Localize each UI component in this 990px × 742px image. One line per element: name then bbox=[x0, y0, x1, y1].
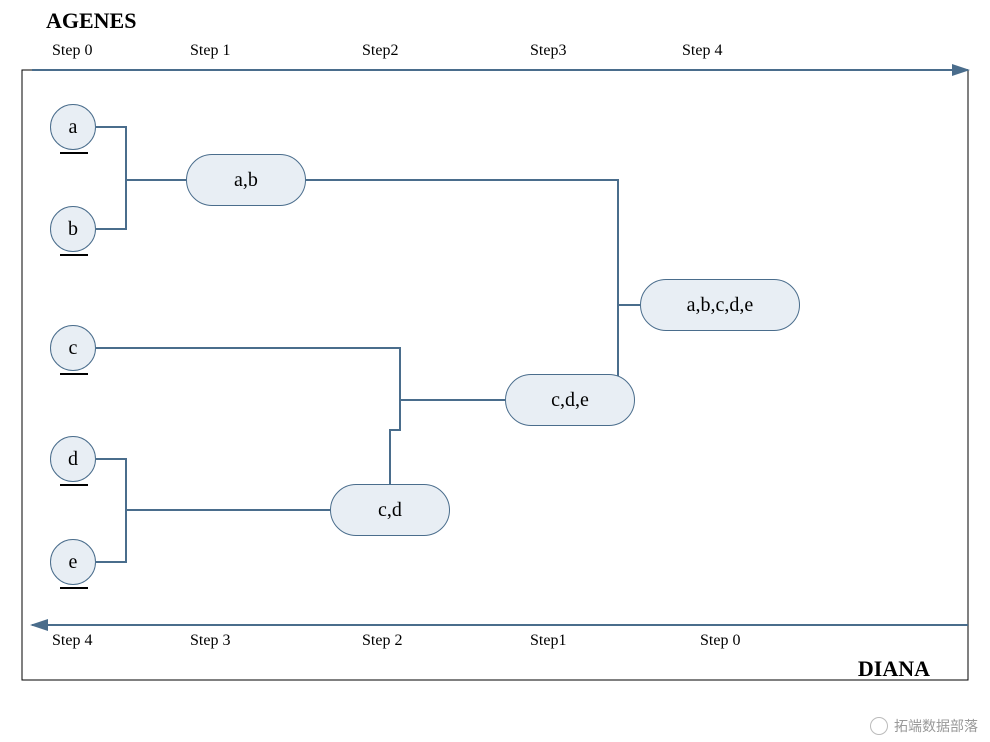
node-e-shadow bbox=[60, 587, 88, 589]
top-step-1: Step 1 bbox=[190, 42, 230, 60]
wechat-icon bbox=[870, 717, 888, 735]
node-a: a bbox=[50, 104, 96, 150]
watermark: 拓端数据部落 bbox=[870, 716, 978, 736]
diagram-stage: AGENES DIANA Step 0 Step 1 Step2 Step3 S… bbox=[0, 0, 990, 742]
node-b: b bbox=[50, 206, 96, 252]
bottom-step-1: Step 3 bbox=[190, 632, 230, 650]
title-diana: DIANA bbox=[858, 656, 930, 682]
bottom-step-2: Step 2 bbox=[362, 632, 402, 650]
watermark-text: 拓端数据部落 bbox=[894, 716, 978, 736]
title-agnes: AGENES bbox=[46, 8, 136, 34]
node-d-shadow bbox=[60, 484, 88, 486]
top-step-3: Step3 bbox=[530, 42, 566, 60]
node-b-shadow bbox=[60, 254, 88, 256]
node-cd: c,d bbox=[330, 484, 450, 536]
bottom-step-4: Step 0 bbox=[700, 632, 740, 650]
frame-svg bbox=[0, 0, 990, 742]
node-abcde: a,b,c,d,e bbox=[640, 279, 800, 331]
node-c-shadow bbox=[60, 373, 88, 375]
node-ab: a,b bbox=[186, 154, 306, 206]
node-a-shadow bbox=[60, 152, 88, 154]
node-d: d bbox=[50, 436, 96, 482]
top-step-0: Step 0 bbox=[52, 42, 92, 60]
bottom-step-3: Step1 bbox=[530, 632, 566, 650]
node-e: e bbox=[50, 539, 96, 585]
top-step-2: Step2 bbox=[362, 42, 398, 60]
node-c: c bbox=[50, 325, 96, 371]
top-step-4: Step 4 bbox=[682, 42, 722, 60]
node-cde: c,d,e bbox=[505, 374, 635, 426]
bottom-step-0: Step 4 bbox=[52, 632, 92, 650]
